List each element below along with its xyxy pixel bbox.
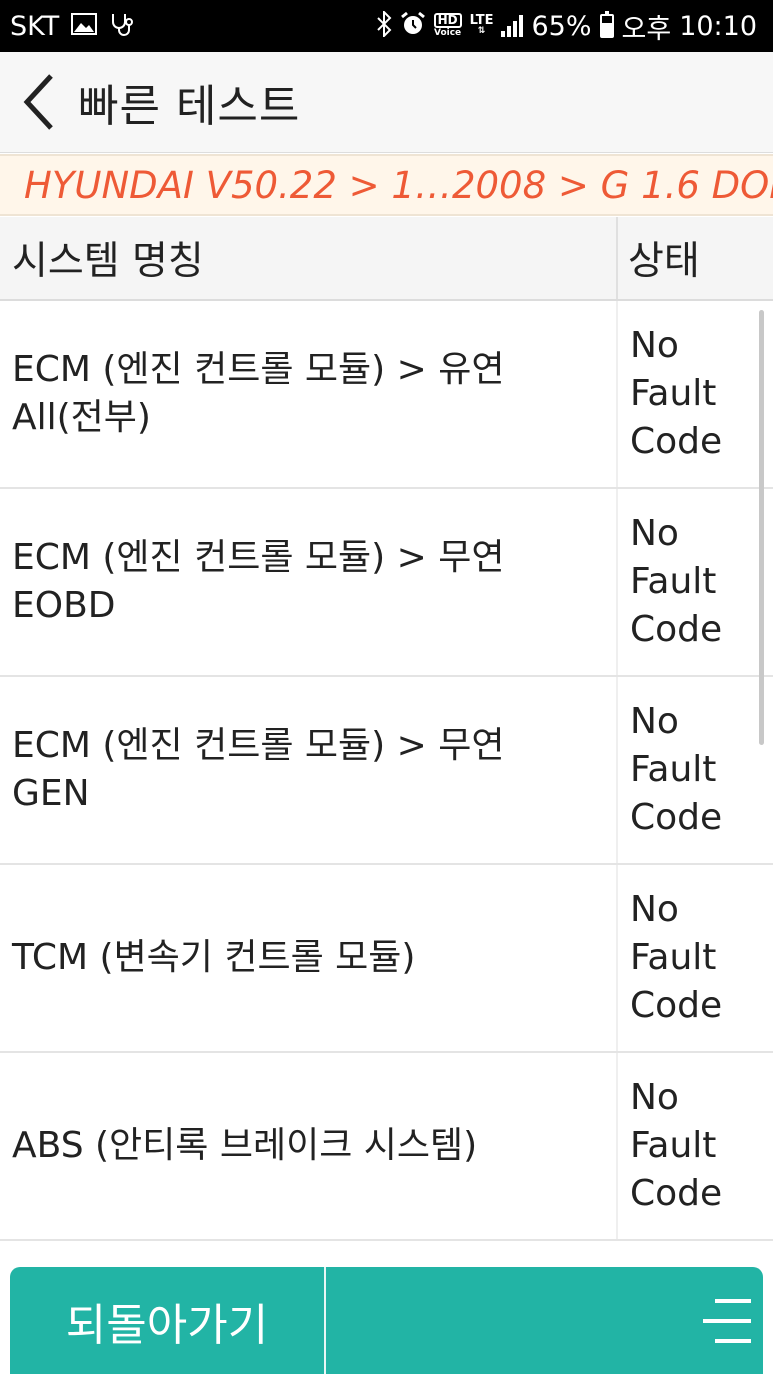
table-row[interactable]: ECM (엔진 컨트롤 모듈) > 유연 All(전부) No Fault Co… bbox=[0, 301, 773, 489]
stethoscope-icon bbox=[109, 12, 135, 40]
table-row[interactable]: ECM (엔진 컨트롤 모듈) > 무연 GEN No Fault Code bbox=[0, 677, 773, 865]
battery-percent: 65% bbox=[531, 10, 592, 42]
table-header: 시스템 명칭 상태 bbox=[0, 217, 773, 301]
system-name-cell: ECM (엔진 컨트롤 모듈) > 무연 EOBD bbox=[0, 489, 618, 675]
status-text: No Fault Code bbox=[630, 513, 723, 650]
system-name: TCM (변속기 컨트롤 모듈) bbox=[12, 937, 416, 978]
app-bar: 빠른 테스트 bbox=[0, 52, 773, 153]
scrollbar[interactable] bbox=[759, 310, 764, 745]
vehicle-breadcrumb: HYUNDAI V50.22 > 1…2008 > G 1.6 DOHC bbox=[0, 154, 773, 216]
page-title: 빠른 테스트 bbox=[78, 81, 301, 132]
go-back-button[interactable]: 되돌아가기 bbox=[10, 1267, 326, 1374]
system-name-cell: ECM (엔진 컨트롤 모듈) > 무연 GEN bbox=[0, 677, 618, 863]
status-cell: No Fault Code bbox=[618, 865, 773, 1051]
battery-icon bbox=[599, 11, 614, 38]
breadcrumb-text: HYUNDAI V50.22 > 1…2008 > G 1.6 DOHC bbox=[24, 163, 773, 207]
table-row[interactable]: TCM (변속기 컨트롤 모듈) No Fault Code bbox=[0, 865, 773, 1053]
system-name-cell: ABS (안티록 브레이크 시스템) bbox=[0, 1053, 618, 1239]
status-text: No Fault Code bbox=[630, 325, 723, 462]
table-row[interactable]: ABS (안티록 브레이크 시스템) No Fault Code bbox=[0, 1053, 773, 1241]
status-bar: SKT HD Voice LTE ⇅ 65% 오후 10:10 bbox=[0, 0, 773, 52]
alarm-icon bbox=[400, 11, 426, 41]
system-name: ECM (엔진 컨트롤 모듈) > 무연 GEN bbox=[12, 725, 505, 814]
status-text: No Fault Code bbox=[630, 889, 723, 1026]
system-list[interactable]: ECM (엔진 컨트롤 모듈) > 유연 All(전부) No Fault Co… bbox=[0, 301, 773, 1251]
clock: 10:10 bbox=[679, 10, 757, 42]
status-cell: No Fault Code bbox=[618, 301, 773, 487]
lte-icon: LTE ⇅ bbox=[469, 13, 494, 36]
bluetooth-icon bbox=[376, 9, 392, 41]
back-button[interactable] bbox=[0, 52, 78, 153]
hd-voice-icon: HD Voice bbox=[433, 13, 462, 38]
column-header-status: 상태 bbox=[628, 239, 700, 284]
system-name: ECM (엔진 컨트롤 모듈) > 유연 All(전부) bbox=[12, 349, 505, 438]
column-header-system: 시스템 명칭 bbox=[0, 217, 618, 299]
system-name-cell: ECM (엔진 컨트롤 모듈) > 유연 All(전부) bbox=[0, 301, 618, 487]
hamburger-menu-icon bbox=[703, 1299, 751, 1343]
carrier-label: SKT bbox=[10, 10, 60, 42]
action-button-group: 되돌아가기 bbox=[10, 1267, 763, 1374]
gallery-icon bbox=[71, 13, 98, 39]
time-period: 오후 bbox=[621, 13, 672, 45]
menu-button[interactable] bbox=[326, 1267, 763, 1374]
system-name: ABS (안티록 브레이크 시스템) bbox=[12, 1125, 478, 1166]
chevron-left-icon bbox=[23, 74, 53, 130]
signal-icon bbox=[501, 15, 524, 37]
status-text: No Fault Code bbox=[630, 1077, 723, 1214]
bottom-bar: 되돌아가기 bbox=[0, 1251, 773, 1374]
table-row[interactable]: ECM (엔진 컨트롤 모듈) > 무연 EOBD No Fault Code bbox=[0, 489, 773, 677]
status-cell: No Fault Code bbox=[618, 489, 773, 675]
system-name-cell: TCM (변속기 컨트롤 모듈) bbox=[0, 865, 618, 1051]
status-text: No Fault Code bbox=[630, 701, 723, 838]
status-cell: No Fault Code bbox=[618, 1053, 773, 1239]
status-cell: No Fault Code bbox=[618, 677, 773, 863]
system-name: ECM (엔진 컨트롤 모듈) > 무연 EOBD bbox=[12, 537, 505, 626]
